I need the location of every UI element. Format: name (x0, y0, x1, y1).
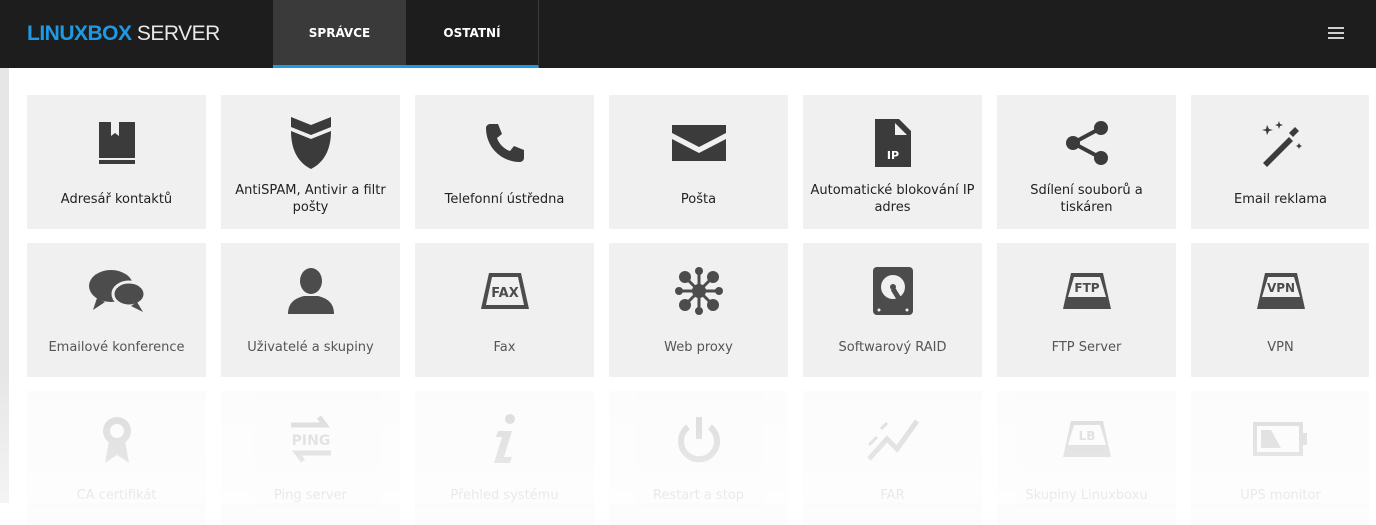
brand-logo[interactable]: LINUXBOX SERVER (27, 22, 220, 46)
tile-address-book[interactable]: Adresář kontaktů (27, 95, 206, 229)
hard-disk-icon (803, 263, 982, 319)
left-edge (0, 68, 9, 503)
tile-restart-stop[interactable]: Restart a stop (609, 391, 788, 525)
svg-text:FAX: FAX (491, 286, 518, 301)
network-icon (609, 263, 788, 319)
brand-part2: SERVER (131, 22, 221, 45)
hamburger-menu-icon[interactable] (1328, 27, 1344, 41)
tile-label: AntiSPAM, Antivir a filtr pošty (235, 183, 386, 215)
battery-icon (1191, 411, 1370, 467)
tile-label: Restart a stop (652, 487, 745, 503)
tile-phone[interactable]: Telefonní ústředna (415, 95, 594, 229)
tile-ip-block[interactable]: IP Automatické blokování IP adres (803, 95, 982, 229)
address-book-icon (27, 115, 206, 171)
magic-wand-icon (1191, 115, 1370, 171)
certificate-icon (27, 411, 206, 467)
tile-fax[interactable]: FAX Fax (415, 243, 594, 377)
tile-label: CA certifikát (76, 487, 157, 503)
tile-label: FTP Server (1051, 339, 1122, 355)
tile-label: VPN (1267, 339, 1294, 355)
tile-ups-monitor[interactable]: UPS monitor (1191, 391, 1369, 525)
tile-label: Ping server (274, 487, 347, 503)
tile-ftp-server[interactable]: FTP FTP Server (997, 243, 1176, 377)
tile-label: Telefonní ústředna (444, 191, 565, 207)
tile-label: FAR (880, 487, 905, 503)
tile-ca-certificate[interactable]: CA certifikát (27, 391, 206, 525)
tile-label: Přehled systému (450, 487, 559, 503)
tile-label: Skupiny Linuxboxu (1025, 487, 1148, 503)
chart-line-icon (803, 411, 982, 467)
chat-bubbles-icon (27, 263, 206, 319)
tile-linuxbox-groups[interactable]: LB Skupiny Linuxboxu (997, 391, 1176, 525)
tile-label: Sdílení souborů a tiskáren (1030, 183, 1143, 215)
phone-icon (415, 115, 594, 171)
tab-ostatni[interactable]: OSTATNÍ (406, 0, 539, 68)
svg-text:PING: PING (291, 433, 330, 449)
power-icon (609, 411, 788, 467)
ftp-drive-icon: FTP (997, 263, 1176, 319)
tab-spravce[interactable]: SPRÁVCE (273, 0, 406, 68)
tile-label: Email reklama (1234, 191, 1327, 207)
tile-label: Web proxy (664, 339, 733, 355)
tile-email-ads[interactable]: Email reklama (1191, 95, 1369, 229)
svg-text:LB: LB (1078, 429, 1095, 443)
fax-drive-icon: FAX (415, 263, 594, 319)
tile-vpn[interactable]: VPN VPN (1191, 243, 1369, 377)
user-icon (221, 263, 400, 319)
tile-label: Pošta (680, 191, 717, 207)
tile-users-groups[interactable]: Uživatelé a skupiny (221, 243, 400, 377)
tile-ping-server[interactable]: PING Ping server (221, 391, 400, 525)
lb-drive-icon: LB (997, 411, 1176, 467)
svg-text:IP: IP (886, 149, 898, 162)
svg-text:FTP: FTP (1074, 281, 1099, 295)
tile-software-raid[interactable]: Softwarový RAID (803, 243, 982, 377)
info-icon (415, 411, 594, 467)
share-icon (997, 115, 1176, 171)
tile-mail[interactable]: Pošta (609, 95, 788, 229)
tile-label: Fax (493, 339, 516, 355)
tile-label: Emailové konference (48, 339, 185, 355)
tile-file-sharing[interactable]: Sdílení souborů a tiskáren (997, 95, 1176, 229)
tile-mailing-lists[interactable]: Emailové konference (27, 243, 206, 377)
tile-antispam[interactable]: AntiSPAM, Antivir a filtr pošty (221, 95, 400, 229)
ip-file-icon: IP (803, 115, 982, 171)
shield-icon (221, 115, 400, 171)
vpn-drive-icon: VPN (1191, 263, 1370, 319)
tile-label: Softwarový RAID (838, 339, 947, 355)
tile-label: Automatické blokování IP adres (810, 183, 975, 215)
tile-system-info[interactable]: Přehled systému (415, 391, 594, 525)
brand-part1: LINUXBOX (27, 22, 132, 45)
tile-label: UPS monitor (1240, 487, 1321, 503)
top-navigation-bar: LINUXBOX SERVER SPRÁVCE OSTATNÍ (0, 0, 1376, 68)
svg-text:VPN: VPN (1266, 281, 1294, 295)
tile-label: Adresář kontaktů (60, 191, 173, 207)
tile-far[interactable]: FAR (803, 391, 982, 525)
tile-label: Uživatelé a skupiny (247, 339, 374, 355)
envelope-icon (609, 115, 788, 171)
ping-icon: PING (221, 411, 400, 467)
tile-web-proxy[interactable]: Web proxy (609, 243, 788, 377)
